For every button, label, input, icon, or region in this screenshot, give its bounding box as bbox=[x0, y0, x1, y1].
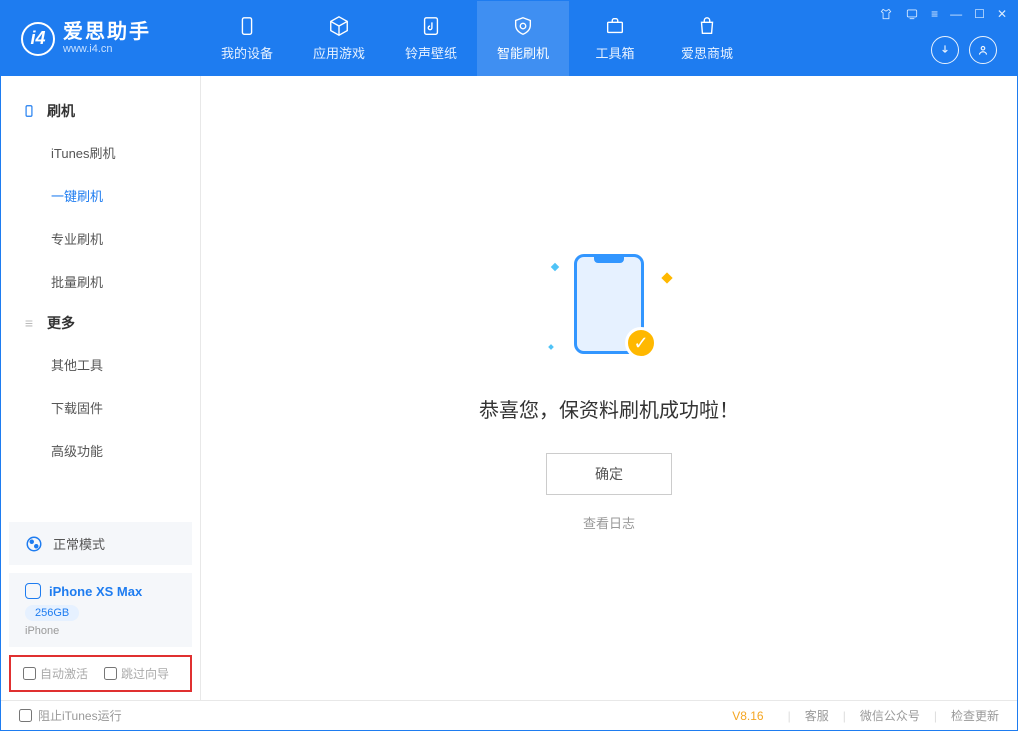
checkbox-row-highlighted: 自动激活 跳过向导 bbox=[9, 655, 192, 692]
tab-store[interactable]: 爱思商城 bbox=[661, 1, 753, 76]
checkbox-block-itunes[interactable] bbox=[19, 709, 32, 722]
list-icon: ≡ bbox=[21, 315, 37, 331]
sidebar-section-flash: 刷机 bbox=[1, 91, 200, 131]
view-log-link[interactable]: 查看日志 bbox=[583, 513, 635, 532]
device-capacity: 256GB bbox=[25, 605, 79, 621]
checkmark-badge-icon: ✓ bbox=[625, 327, 657, 359]
sidebar-section-more: ≡ 更多 bbox=[1, 303, 200, 343]
version-label: V8.16 bbox=[732, 709, 763, 723]
footer-link-update[interactable]: 检查更新 bbox=[951, 707, 999, 724]
block-itunes-label: 阻止iTunes运行 bbox=[38, 707, 122, 724]
tab-toolbox[interactable]: 工具箱 bbox=[569, 1, 661, 76]
footer-link-support[interactable]: 客服 bbox=[805, 707, 829, 724]
top-tabs: 我的设备 应用游戏 铃声壁纸 智能刷机 工具箱 爱思商城 bbox=[201, 1, 753, 76]
shirt-icon[interactable] bbox=[879, 7, 893, 24]
sparkle-icon bbox=[661, 272, 672, 283]
success-message: 恭喜您，保资料刷机成功啦！ bbox=[479, 394, 739, 423]
checkbox-skip-guide-input[interactable] bbox=[104, 667, 117, 680]
checkbox-skip-guide[interactable]: 跳过向导 bbox=[104, 665, 169, 682]
header-action-icons bbox=[931, 36, 1007, 64]
checkbox-auto-activate-input[interactable] bbox=[23, 667, 36, 680]
checkbox-auto-activate[interactable]: 自动激活 bbox=[23, 665, 88, 682]
tab-ringtones[interactable]: 铃声壁纸 bbox=[385, 1, 477, 76]
header: i4 爱思助手 www.i4.cn 我的设备 应用游戏 铃声壁纸 智能刷机 工具… bbox=[1, 1, 1017, 76]
app-name: 爱思助手 bbox=[63, 21, 151, 43]
logo-text: 爱思助手 www.i4.cn bbox=[63, 21, 151, 55]
device-type: iPhone bbox=[25, 625, 176, 637]
success-illustration: ✓ bbox=[567, 244, 651, 364]
ok-button[interactable]: 确定 bbox=[546, 453, 672, 495]
phone-icon bbox=[236, 15, 258, 37]
sidebar-item-advanced[interactable]: 高级功能 bbox=[1, 429, 200, 472]
sidebar-item-other-tools[interactable]: 其他工具 bbox=[1, 343, 200, 386]
music-file-icon bbox=[420, 15, 442, 37]
device-icon bbox=[21, 103, 37, 119]
tab-smart-flash[interactable]: 智能刷机 bbox=[477, 1, 569, 76]
tab-my-device[interactable]: 我的设备 bbox=[201, 1, 293, 76]
window-controls: ≡ — ☐ ✕ bbox=[879, 1, 1007, 24]
mode-indicator[interactable]: 正常模式 bbox=[9, 522, 192, 565]
sidebar-item-oneclick-flash[interactable]: 一键刷机 bbox=[1, 174, 200, 217]
minimize-button[interactable]: — bbox=[950, 7, 962, 24]
mode-icon bbox=[25, 535, 43, 553]
bag-icon bbox=[696, 15, 718, 37]
cube-icon bbox=[328, 15, 350, 37]
device-info[interactable]: iPhone XS Max 256GB iPhone bbox=[9, 573, 192, 647]
app-url: www.i4.cn bbox=[63, 43, 151, 55]
briefcase-icon bbox=[604, 15, 626, 37]
close-button[interactable]: ✕ bbox=[997, 7, 1007, 24]
download-button[interactable] bbox=[931, 36, 959, 64]
maximize-button[interactable]: ☐ bbox=[974, 7, 985, 24]
device-phone-icon bbox=[25, 583, 41, 599]
tab-apps-games[interactable]: 应用游戏 bbox=[293, 1, 385, 76]
sidebar: 刷机 iTunes刷机 一键刷机 专业刷机 批量刷机 ≡ 更多 其他工具 下载固… bbox=[1, 76, 201, 700]
body-area: 刷机 iTunes刷机 一键刷机 专业刷机 批量刷机 ≡ 更多 其他工具 下载固… bbox=[1, 76, 1017, 700]
sidebar-bottom: 正常模式 iPhone XS Max 256GB iPhone 自动激活 跳过向… bbox=[1, 522, 200, 700]
footer-right: V8.16 | 客服 | 微信公众号 | 检查更新 bbox=[732, 707, 999, 724]
footer: 阻止iTunes运行 V8.16 | 客服 | 微信公众号 | 检查更新 bbox=[1, 700, 1017, 730]
menu-icon[interactable]: ≡ bbox=[931, 7, 938, 24]
footer-left: 阻止iTunes运行 bbox=[19, 707, 122, 724]
user-button[interactable] bbox=[969, 36, 997, 64]
refresh-shield-icon bbox=[512, 15, 534, 37]
footer-link-wechat[interactable]: 微信公众号 bbox=[860, 707, 920, 724]
logo-area: i4 爱思助手 www.i4.cn bbox=[1, 21, 201, 55]
sparkle-icon bbox=[548, 344, 554, 350]
sparkle-icon bbox=[551, 263, 559, 271]
sidebar-item-download-firmware[interactable]: 下载固件 bbox=[1, 386, 200, 429]
logo-icon: i4 bbox=[21, 22, 55, 56]
sidebar-item-batch-flash[interactable]: 批量刷机 bbox=[1, 260, 200, 303]
sidebar-item-itunes-flash[interactable]: iTunes刷机 bbox=[1, 131, 200, 174]
main-content: ✓ 恭喜您，保资料刷机成功啦！ 确定 查看日志 bbox=[201, 76, 1017, 700]
phone-notch-icon bbox=[594, 257, 624, 263]
device-name-row: iPhone XS Max bbox=[25, 583, 176, 599]
header-right: ≡ — ☐ ✕ bbox=[879, 1, 1017, 76]
sidebar-item-pro-flash[interactable]: 专业刷机 bbox=[1, 217, 200, 260]
feedback-icon[interactable] bbox=[905, 7, 919, 24]
